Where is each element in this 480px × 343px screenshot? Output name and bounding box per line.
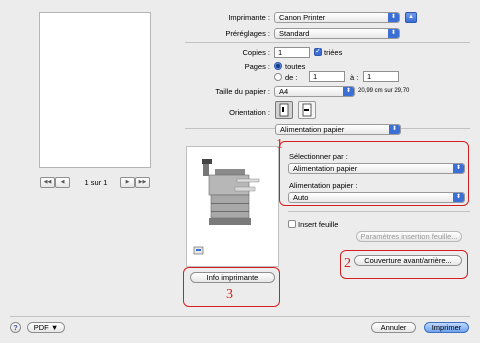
last-page-button[interactable]: ▶▶ (135, 177, 150, 188)
printer-image-area (186, 146, 279, 267)
orientation-label: Orientation : (229, 108, 270, 117)
printer-value: Canon Printer (279, 13, 326, 22)
divider (288, 211, 470, 212)
landscape-orientation-button[interactable] (298, 101, 316, 119)
disclosure-button[interactable]: ▲ (405, 12, 417, 23)
printer-label: Imprimante : (228, 13, 270, 22)
pages-all-radio[interactable] (274, 62, 282, 70)
printer-illustration (193, 159, 260, 255)
first-page-button[interactable]: ◀◀ (40, 177, 55, 188)
presets-popup[interactable]: Standard ⬍ (274, 28, 400, 39)
callout-number-2: 2 (344, 256, 351, 271)
popup-arrows-icon: ⬍ (343, 87, 354, 96)
help-button[interactable]: ? (10, 322, 21, 333)
pages-range-radio[interactable] (274, 73, 282, 81)
popup-arrows-icon: ⬍ (388, 29, 399, 38)
pages-all-label: toutes (285, 62, 306, 71)
portrait-icon (279, 103, 289, 117)
copies-field[interactable]: 1 (274, 47, 310, 58)
callout-box-1 (279, 141, 469, 206)
portrait-orientation-button[interactable] (275, 101, 293, 119)
pages-label: Pages : (244, 62, 270, 71)
presets-label: Préréglages : (225, 29, 270, 38)
insert-sheet-checkbox[interactable] (288, 220, 296, 228)
callout-number-3: 3 (226, 287, 233, 302)
section-popup-value: Alimentation papier (280, 125, 345, 134)
printer-popup[interactable]: Canon Printer ⬍ (274, 12, 400, 23)
paper-size-label: Taille du papier : (215, 87, 270, 96)
pages-from-label: de : (285, 73, 298, 82)
callout-box-2 (340, 250, 468, 279)
paper-size-dimensions: 20,99 cm sur 29,70 (358, 88, 410, 94)
insert-settings-button[interactable]: Paramètres insertion feuille... (356, 231, 462, 242)
section-popup[interactable]: Alimentation papier ⬍ (275, 124, 401, 135)
collated-checkbox[interactable]: ✓ (314, 48, 322, 56)
callout-number-1: 1 (276, 137, 283, 152)
divider (10, 316, 470, 317)
page-indicator: 1 sur 1 (84, 178, 108, 187)
divider (185, 42, 470, 43)
pdf-button[interactable]: PDF ▼ (27, 322, 65, 333)
insert-sheet-label: Insert feuille (298, 220, 339, 229)
popup-arrows-icon: ⬍ (389, 125, 400, 134)
print-dialog: ◀◀ ◀ 1 sur 1 ▶ ▶▶ Imprimante : Canon Pri… (0, 0, 480, 343)
paper-size-value: A4 (279, 87, 289, 96)
pages-to-label: à : (350, 73, 359, 82)
cancel-button[interactable]: Annuler (371, 322, 416, 333)
pages-to-field[interactable]: 1 (363, 71, 399, 82)
presets-value: Standard (279, 29, 310, 38)
page-preview (39, 12, 151, 168)
popup-arrows-icon: ⬍ (388, 13, 399, 22)
paper-size-popup[interactable]: A4 ⬍ (274, 86, 355, 97)
print-button[interactable]: Imprimer (424, 322, 469, 333)
collated-label: triées (324, 48, 343, 57)
landscape-icon (302, 103, 312, 117)
prev-page-button[interactable]: ◀ (55, 177, 70, 188)
copies-label: Copies : (242, 48, 270, 57)
pages-from-field[interactable]: 1 (309, 71, 345, 82)
next-page-button[interactable]: ▶ (120, 177, 135, 188)
